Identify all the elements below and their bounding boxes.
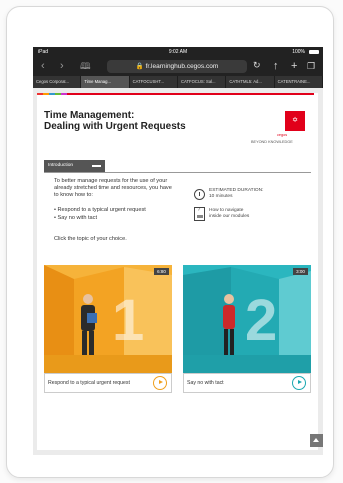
header-rule xyxy=(67,93,314,95)
clock-time: 9:02 AM xyxy=(168,49,188,55)
play-icon[interactable] xyxy=(153,376,167,390)
clock-icon xyxy=(194,189,205,200)
status-bar: iPad 9:02 AM 100% xyxy=(33,47,323,57)
divider xyxy=(44,172,311,173)
module-2-image[interactable]: 2 3:00 xyxy=(183,265,311,373)
play-icon[interactable] xyxy=(292,376,306,390)
address-bar[interactable]: 🔒 fr.learninghub.cegos.com xyxy=(107,60,247,73)
bullet-item: • Respond to a typical urgent request xyxy=(54,207,146,213)
bullet-item: • Say no with tact xyxy=(54,215,98,221)
back-icon[interactable]: ‹ xyxy=(41,59,45,73)
battery-icon xyxy=(309,50,319,54)
page-title: Time Management: Dealing with Urgent Req… xyxy=(44,110,186,132)
browser-toolbar: ‹ › 🕮 🔒 fr.learninghub.cegos.com ↻ ↑ + ❐ xyxy=(33,57,323,76)
collapse-icon xyxy=(92,165,101,167)
forward-icon[interactable]: › xyxy=(60,59,64,73)
tabs-overview-icon[interactable]: ❐ xyxy=(307,59,315,73)
scroll-to-top-button[interactable] xyxy=(310,434,323,447)
module-number: 1 xyxy=(112,288,145,353)
tagline: BEYOND KNOWLEDGE xyxy=(251,140,293,144)
bookmarks-icon[interactable]: 🕮 xyxy=(80,59,91,73)
new-tab-icon[interactable]: + xyxy=(291,59,297,73)
logo-text: cegos xyxy=(277,133,288,137)
module-duration: 6:80 xyxy=(154,268,169,275)
module-number: 2 xyxy=(245,288,278,353)
screen: iPad 9:02 AM 100% ‹ › 🕮 🔒 fr.learninghub… xyxy=(33,47,323,455)
intro-text: To better manage requests for the use of… xyxy=(54,178,172,198)
cegos-logo-icon: ✡ xyxy=(285,111,305,131)
tab-bar: Cegos Corporat... Time Manag... CATFOCUS… xyxy=(33,76,323,88)
tab-time-management[interactable]: Time Manag... xyxy=(81,76,130,88)
help-icon[interactable] xyxy=(194,207,205,221)
module-title: Respond to a typical urgent request xyxy=(48,380,130,386)
module-title: Say no with tact xyxy=(187,380,224,386)
module-1-caption[interactable]: Respond to a typical urgent request xyxy=(44,373,172,393)
tab-catfocusht[interactable]: CATFOCUSHT... xyxy=(130,76,178,88)
tab-cathtml5[interactable]: CATHTML5: Ad... xyxy=(226,76,275,88)
ipad-frame: iPad 9:02 AM 100% ‹ › 🕮 🔒 fr.learninghub… xyxy=(6,6,334,478)
introduction-label: Introduction xyxy=(48,163,74,168)
module-1-backdrop xyxy=(44,265,172,373)
url-text: fr.learninghub.cegos.com xyxy=(145,63,219,70)
color-strip xyxy=(37,93,67,95)
tab-catfocus-sal[interactable]: CATFOCUS: Sal... xyxy=(178,76,227,88)
module-card: Time Management: Dealing with Urgent Req… xyxy=(37,93,323,450)
battery-level: 100% xyxy=(292,49,305,55)
navigation-help-link[interactable]: How to navigate inside our modules xyxy=(209,208,249,220)
reload-icon[interactable]: ↻ xyxy=(253,60,261,71)
module-2-caption[interactable]: Say no with tact xyxy=(183,373,311,393)
lock-icon: 🔒 xyxy=(135,63,144,70)
module-1-image[interactable]: 1 6:80 xyxy=(44,265,172,373)
page-content: Time Management: Dealing with Urgent Req… xyxy=(33,88,323,455)
tab-cegos-corporate[interactable]: Cegos Corporat... xyxy=(33,76,82,88)
share-icon[interactable]: ↑ xyxy=(273,59,279,73)
estimated-duration: ESTIMATED DURATION: 10 minutes xyxy=(209,188,264,199)
tab-catentraine[interactable]: CATENTRAINE... xyxy=(275,76,323,88)
introduction-toggle[interactable]: Introduction xyxy=(44,160,105,172)
module-duration: 3:00 xyxy=(293,268,308,275)
click-instruction: Click the topic of your choice. xyxy=(54,236,127,242)
